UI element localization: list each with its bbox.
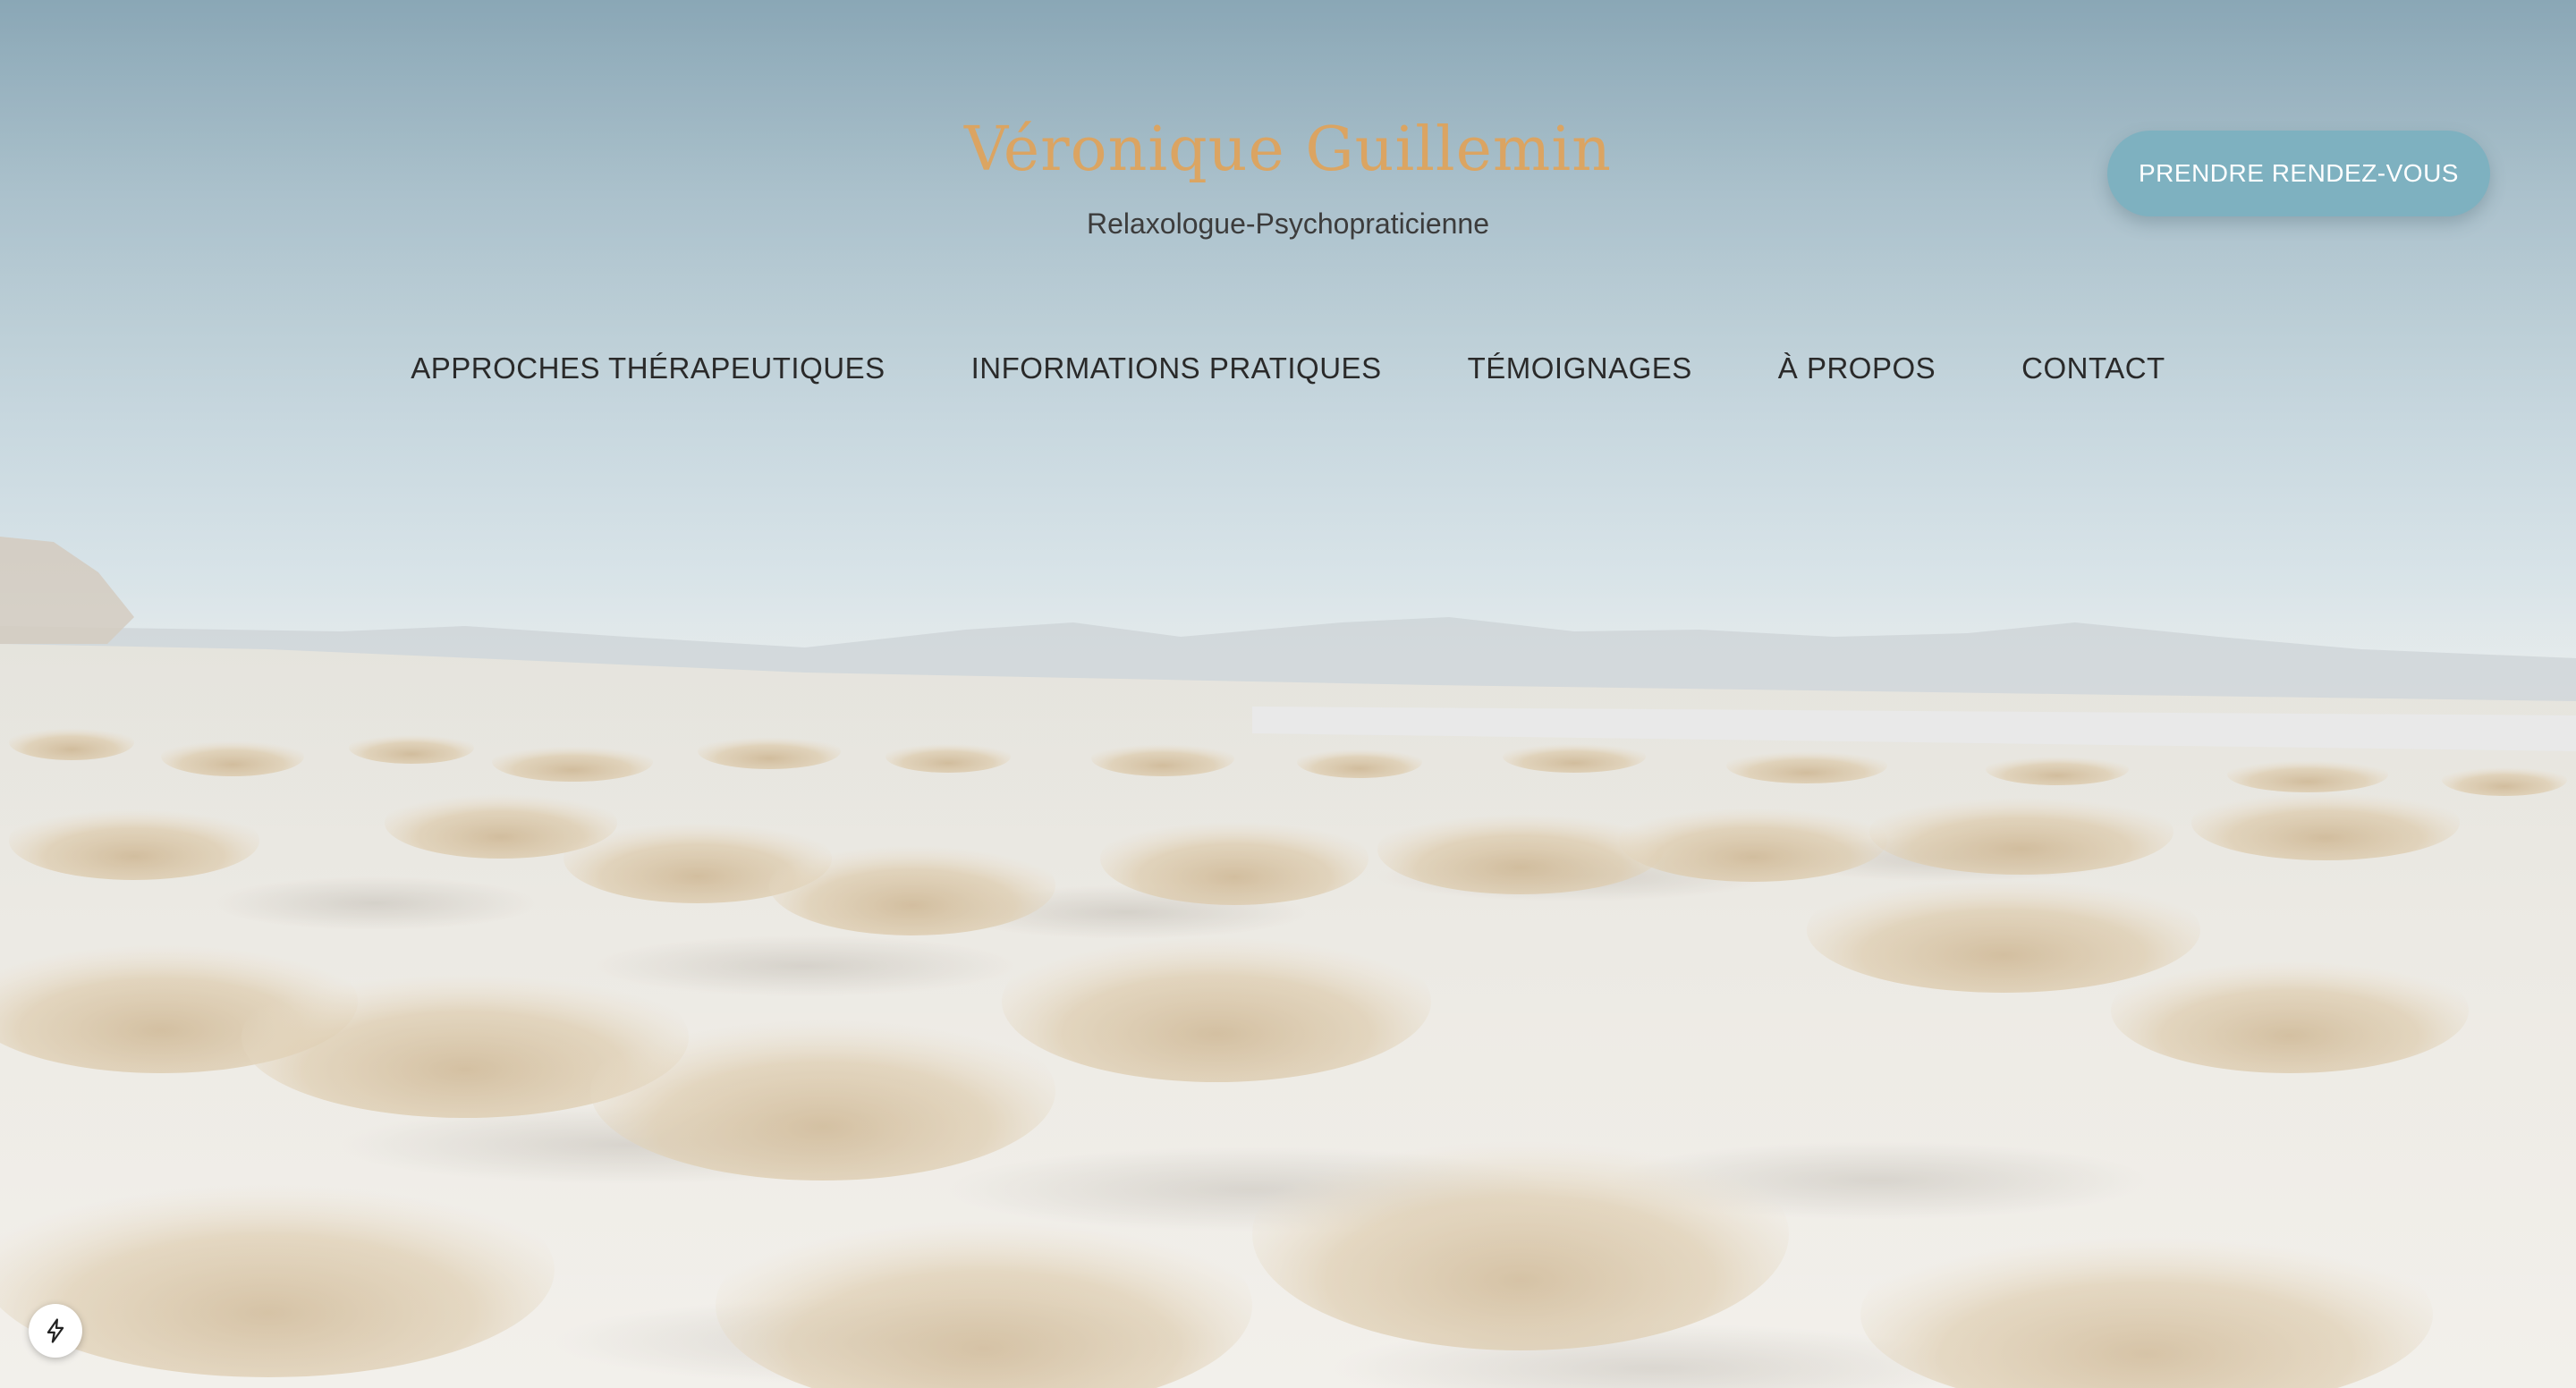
site-tagline: Relaxologue-Psychopraticienne <box>1086 207 1490 240</box>
nav-item-temoignages[interactable]: TÉMOIGNAGES <box>1468 343 1692 394</box>
main-navigation: APPROCHES THÉRAPEUTIQUES INFORMATIONS PR… <box>0 343 2576 394</box>
lightning-bolt-icon <box>47 1318 64 1343</box>
book-appointment-button[interactable]: PRENDRE RENDEZ-VOUS <box>2107 131 2490 216</box>
nav-item-approches[interactable]: APPROCHES THÉRAPEUTIQUES <box>411 343 885 394</box>
site-title[interactable]: Véronique Guillemin <box>841 107 1735 193</box>
nav-item-contact[interactable]: CONTACT <box>2021 343 2165 394</box>
nav-item-informations[interactable]: INFORMATIONS PRATIQUES <box>971 343 1382 394</box>
brand: Véronique Guillemin Relaxologue-Psychopr… <box>841 107 1735 243</box>
nav-item-a-propos[interactable]: À PROPOS <box>1778 343 1936 394</box>
site-builder-badge[interactable] <box>29 1304 82 1358</box>
